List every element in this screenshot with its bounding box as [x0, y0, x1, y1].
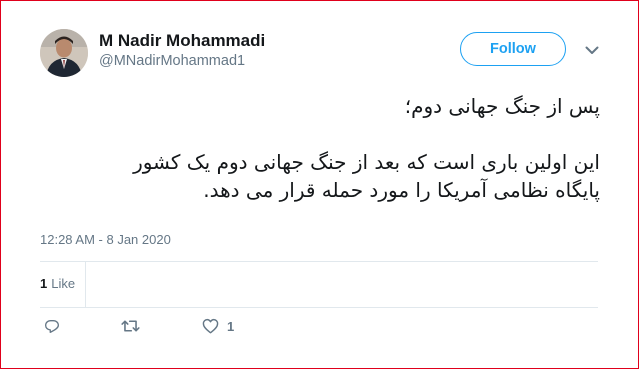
tweet-line: پایگاه نظامی آمریکا را مورد حمله قرار می…: [203, 178, 600, 202]
likes-label: Like: [51, 276, 76, 291]
chevron-down-icon: [585, 46, 599, 54]
tweet-line: این اولین باری است که بعد از جنگ جهانی د…: [133, 150, 600, 174]
stats-divider: [85, 262, 86, 308]
avatar[interactable]: [40, 29, 88, 77]
tweet-line: پس از جنگ جهانی دوم؛: [404, 94, 600, 118]
like-count: 1: [227, 318, 235, 334]
tweet-text: پس از جنگ جهانی دوم؛ این اولین باری است …: [40, 92, 600, 204]
tweet-card: M Nadir Mohammadi @MNadirMohammad1 Follo…: [0, 0, 639, 369]
divider: [40, 307, 598, 308]
likes-stat[interactable]: 1 Like: [40, 276, 75, 291]
user-handle[interactable]: @MNadirMohammad1: [99, 53, 245, 69]
follow-button[interactable]: Follow: [460, 32, 566, 66]
profile-photo-icon: [40, 29, 88, 77]
reply-icon: [45, 320, 59, 333]
heart-icon: [202, 318, 219, 334]
reply-button[interactable]: [44, 318, 60, 334]
tweet-timestamp[interactable]: 12:28 AM - 8 Jan 2020: [40, 232, 171, 247]
display-name[interactable]: M Nadir Mohammadi: [99, 31, 265, 51]
retweet-icon: [121, 320, 140, 332]
like-button[interactable]: 1: [202, 318, 234, 334]
tweet-line-break: [40, 120, 600, 148]
likes-count: 1: [40, 276, 48, 291]
more-options-button[interactable]: [583, 42, 601, 58]
retweet-button[interactable]: [121, 318, 140, 334]
divider: [40, 261, 598, 262]
